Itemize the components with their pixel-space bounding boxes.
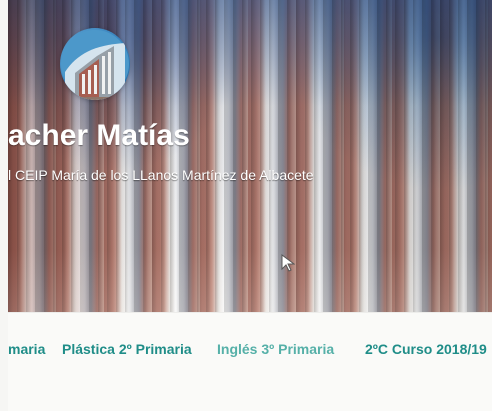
photo-frame: acher Matías l CEIP María de los LLanos … <box>0 0 492 411</box>
nav-item-primaria[interactable]: maria <box>8 340 45 358</box>
website-screen: acher Matías l CEIP María de los LLanos … <box>8 0 492 411</box>
nav-item-ingles-3-primaria[interactable]: Inglés 3º Primaria <box>217 340 334 358</box>
mouse-pointer-icon <box>281 254 295 272</box>
page-title: acher Matías <box>8 119 190 152</box>
nav-item-2c-curso-2018-19[interactable]: 2ºC Curso 2018/19 <box>365 340 487 358</box>
school-subtitle: l CEIP María de los LLanos Martínez de A… <box>8 167 314 183</box>
school-building-logo-icon <box>60 30 130 100</box>
hero-banner: acher Matías l CEIP María de los LLanos … <box>8 0 492 312</box>
school-logo-icon[interactable] <box>60 28 130 100</box>
nav-item-plastica-2-primaria[interactable]: Plástica 2º Primaria <box>62 340 192 358</box>
course-navigation: maria Plástica 2º Primaria Inglés 3º Pri… <box>8 312 492 411</box>
